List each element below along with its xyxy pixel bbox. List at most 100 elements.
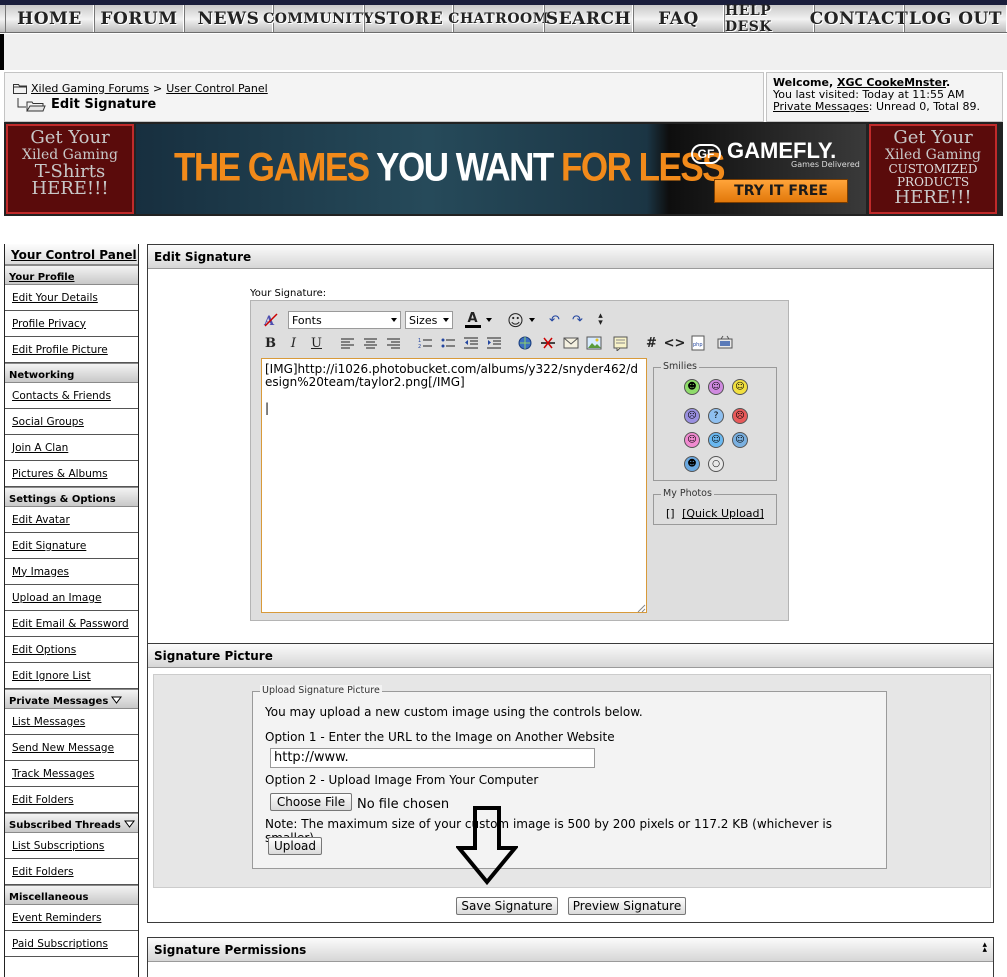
signature-textarea[interactable]: [IMG]http://i1026.photobucket.com/albums… bbox=[261, 358, 647, 613]
ad-line: HERE!!! bbox=[31, 178, 109, 199]
collapse-chevron-icon[interactable] bbox=[123, 820, 135, 831]
frown-smiley-icon[interactable]: ☹ bbox=[684, 408, 700, 424]
nav-help-desk-button[interactable]: HELP DESK bbox=[724, 3, 814, 35]
sidebar-item-paid-subscriptions[interactable]: Paid Subscriptions bbox=[5, 931, 138, 957]
insert-video-icon[interactable] bbox=[715, 334, 734, 353]
upload-signature-picture-fieldset: Upload Signature Picture You may upload … bbox=[252, 685, 887, 869]
wink-smiley-icon[interactable]: ☺ bbox=[684, 432, 700, 448]
sidebar-item-my-images[interactable]: My Images bbox=[5, 559, 138, 585]
sidebar-item-join-a-clan[interactable]: Join A Clan bbox=[5, 435, 138, 461]
sidebar-item-edit-ignore-list[interactable]: Edit Ignore List bbox=[5, 663, 138, 689]
control-panel-title-link[interactable]: Your Control Panel bbox=[5, 244, 138, 265]
insert-link-icon[interactable] bbox=[515, 334, 534, 353]
tshirt-ad-banner[interactable]: Get Your Xiled Gaming T-Shirts HERE!!! bbox=[6, 124, 134, 214]
quick-upload-link[interactable]: [Quick Upload] bbox=[682, 507, 764, 520]
eek-smiley-icon[interactable]: ○ bbox=[708, 456, 724, 472]
sidebar-item-event-reminders[interactable]: Event Reminders bbox=[5, 905, 138, 931]
resize-toggle-icon[interactable]: ▴ ▾ bbox=[591, 311, 610, 330]
insert-quote-icon[interactable] bbox=[611, 334, 630, 353]
align-left-icon[interactable] bbox=[338, 334, 357, 353]
sidebar-item-list-subscriptions[interactable]: List Subscriptions bbox=[5, 833, 138, 859]
sidebar-item-edit-email-password[interactable]: Edit Email & Password bbox=[5, 611, 138, 637]
sidebar-item-social-groups[interactable]: Social Groups bbox=[5, 409, 138, 435]
private-messages-link[interactable]: Private Messages bbox=[773, 100, 869, 113]
sidebar-item-edit-options[interactable]: Edit Options bbox=[5, 637, 138, 663]
text-color-icon[interactable]: A bbox=[463, 311, 482, 330]
ordered-list-icon[interactable]: 12 bbox=[415, 334, 434, 353]
nav-community-button[interactable]: COMMUNITY bbox=[263, 5, 373, 32]
chevron-down-icon[interactable] bbox=[486, 318, 492, 322]
redo-icon[interactable]: ↷ bbox=[568, 311, 587, 330]
mad-smiley-icon[interactable]: ☹ bbox=[732, 408, 748, 424]
sidebar-item-list-messages[interactable]: List Messages bbox=[5, 709, 138, 735]
bold-icon[interactable]: B bbox=[261, 334, 280, 353]
confused-smiley-icon[interactable]: ? bbox=[708, 408, 724, 424]
insert-image-icon[interactable] bbox=[584, 334, 603, 353]
font-select[interactable]: Fonts bbox=[288, 311, 401, 329]
collapse-chevron-icon[interactable] bbox=[111, 696, 123, 707]
custom-products-ad-banner[interactable]: Get Your Xiled Gaming CUSTOMIZED PRODUCT… bbox=[869, 124, 997, 214]
upload-button[interactable]: Upload bbox=[268, 837, 322, 855]
insert-email-icon[interactable] bbox=[561, 334, 580, 353]
remove-link-icon[interactable] bbox=[538, 334, 557, 353]
sidebar-item-contacts-friends[interactable]: Contacts & Friends bbox=[5, 383, 138, 409]
size-select-value: Sizes bbox=[409, 313, 438, 327]
smile-smiley-icon[interactable]: ☺ bbox=[732, 379, 748, 395]
tongue-smiley-icon[interactable]: ☺ bbox=[708, 379, 724, 395]
chevron-down-icon bbox=[443, 318, 449, 322]
preview-signature-button[interactable]: Preview Signature bbox=[568, 897, 686, 915]
remove-format-icon[interactable]: A bbox=[261, 311, 280, 330]
choose-file-button[interactable]: Choose File bbox=[270, 793, 352, 811]
gamefly-ad-banner[interactable]: THE GAMES YOU WANT FOR LESS GF GAMEFLY. G… bbox=[136, 124, 866, 214]
smilies-label: Smilies bbox=[661, 361, 699, 372]
align-center-icon[interactable] bbox=[361, 334, 380, 353]
cool-smiley-icon[interactable]: ☻ bbox=[684, 456, 700, 472]
grin-smiley-icon[interactable]: ☻ bbox=[684, 379, 700, 395]
wrap-html-icon[interactable]: <> bbox=[664, 334, 686, 353]
smiley-menu-icon[interactable]: ☺ bbox=[506, 311, 525, 330]
size-select[interactable]: Sizes bbox=[405, 311, 453, 329]
happy-smiley-icon[interactable]: ☺ bbox=[708, 432, 724, 448]
chevron-down-icon[interactable] bbox=[529, 318, 535, 322]
nav-home-button[interactable]: HOME bbox=[5, 5, 94, 32]
nav-store-button[interactable]: STORE bbox=[364, 5, 453, 32]
sidebar-item-edit-signature[interactable]: Edit Signature bbox=[5, 533, 138, 559]
underline-icon[interactable]: U bbox=[307, 334, 326, 353]
header-spacer bbox=[0, 34, 1007, 70]
resize-grip-icon[interactable] bbox=[636, 603, 646, 613]
collapse-icon[interactable]: ▴ ▴ bbox=[982, 941, 987, 955]
sidebar-item-edit-folders[interactable]: Edit Folders bbox=[5, 787, 138, 813]
outdent-icon[interactable] bbox=[461, 334, 480, 353]
save-signature-button[interactable]: Save Signature bbox=[456, 897, 558, 915]
sidebar-item-pictures-albums[interactable]: Pictures & Albums bbox=[5, 461, 138, 487]
breadcrumb-forum-link[interactable]: Xiled Gaming Forums bbox=[31, 82, 149, 95]
breadcrumb-ucp-link[interactable]: User Control Panel bbox=[166, 82, 268, 95]
nav-log-out-button[interactable]: LOG OUT bbox=[904, 5, 1007, 32]
nav-contact-button[interactable]: CONTACT bbox=[810, 5, 908, 32]
sidebar-item-track-messages[interactable]: Track Messages bbox=[5, 761, 138, 787]
nav-chatroom-button[interactable]: CHATROOM bbox=[448, 5, 548, 32]
nav-faq-button[interactable]: FAQ bbox=[633, 5, 724, 32]
undo-icon[interactable]: ↶ bbox=[545, 311, 564, 330]
indent-icon[interactable] bbox=[484, 334, 503, 353]
sidebar-item-send-new-message[interactable]: Send New Message bbox=[5, 735, 138, 761]
try-it-free-button[interactable]: TRY IT FREE bbox=[714, 179, 848, 203]
wrap-code-hash-icon[interactable]: # bbox=[642, 334, 661, 353]
sidebar-item-edit-avatar[interactable]: Edit Avatar bbox=[5, 507, 138, 533]
sidebar-item-edit-folders[interactable]: Edit Folders bbox=[5, 859, 138, 885]
image-url-input[interactable]: http://www. bbox=[270, 748, 595, 768]
signature-permissions-heading: Signature Permissions bbox=[148, 938, 993, 962]
sidebar-item-edit-your-details[interactable]: Edit Your Details bbox=[5, 285, 138, 311]
italic-icon[interactable]: I bbox=[284, 334, 303, 353]
sidebar-item-upload-an-image[interactable]: Upload an Image bbox=[5, 585, 138, 611]
nav-search-button[interactable]: SEARCH bbox=[544, 5, 633, 32]
wrap-php-icon[interactable]: php bbox=[688, 334, 707, 353]
nav-forum-button[interactable]: FORUM bbox=[94, 5, 184, 32]
sidebar-item-profile-privacy[interactable]: Profile Privacy bbox=[5, 311, 138, 337]
sidebar-item-edit-profile-picture[interactable]: Edit Profile Picture bbox=[5, 337, 138, 363]
align-right-icon[interactable] bbox=[384, 334, 403, 353]
sidebar-section-your-profile[interactable]: Your Profile bbox=[5, 265, 138, 285]
unordered-list-icon[interactable] bbox=[438, 334, 457, 353]
nav-news-button[interactable]: NEWS bbox=[184, 5, 273, 32]
rolleyes-smiley-icon[interactable]: ☺ bbox=[732, 432, 748, 448]
